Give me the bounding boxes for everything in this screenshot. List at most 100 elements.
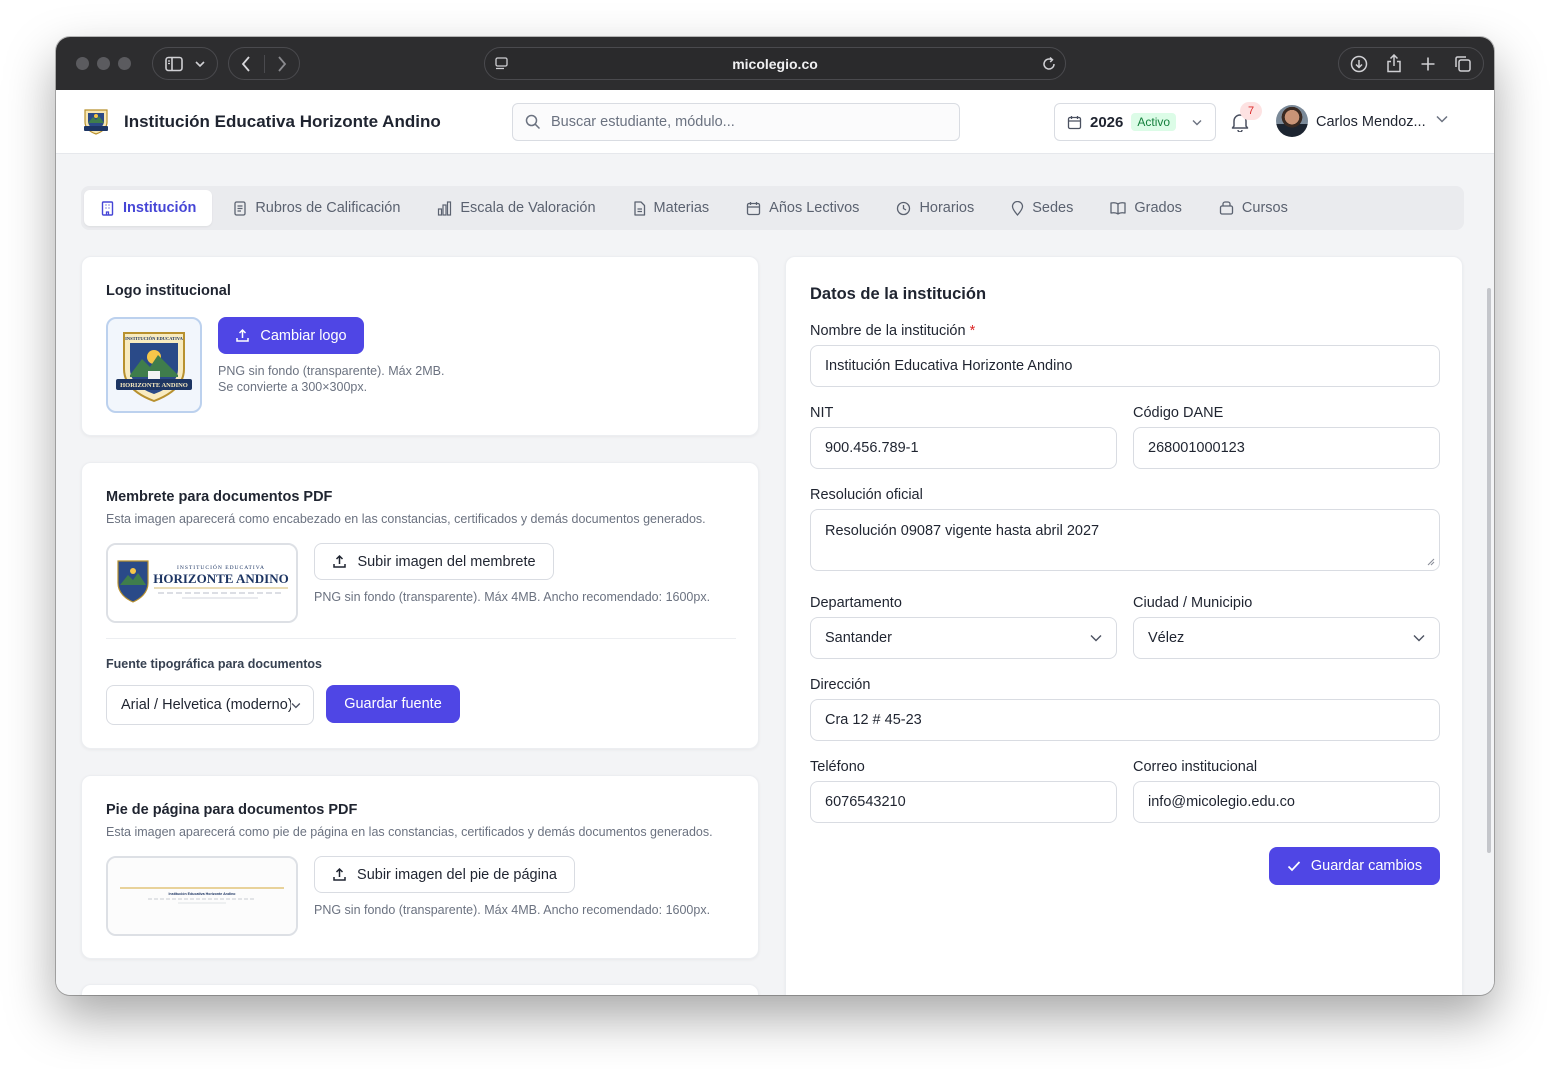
input-value: Cra 12 # 45-23 xyxy=(825,712,922,728)
user-name[interactable]: Carlos Mendoz... xyxy=(1316,114,1426,130)
city-select[interactable]: Vélez xyxy=(1133,617,1440,659)
page-menu-icon[interactable] xyxy=(495,57,509,71)
app-header: Institución Educativa Horizonte Andino 2… xyxy=(56,90,1494,154)
dane-code-input[interactable]: 268001000123 xyxy=(1133,427,1440,469)
chevron-down-icon xyxy=(195,60,205,67)
search-box[interactable] xyxy=(512,103,960,141)
email-input[interactable]: info@micolegio.edu.co xyxy=(1133,781,1440,823)
bar-chart-icon xyxy=(438,200,452,216)
download-icon[interactable] xyxy=(1350,55,1368,73)
save-font-button[interactable]: Guardar fuente xyxy=(326,685,460,723)
institution-logo[interactable] xyxy=(82,107,110,135)
chevron-left-icon xyxy=(242,55,250,72)
reload-icon[interactable] xyxy=(1041,56,1057,72)
tab-anos-lectivos[interactable]: Años Lectivos xyxy=(730,190,875,226)
search-icon xyxy=(525,114,541,130)
building-icon xyxy=(101,200,114,216)
browser-window: micolegio.co Institución Educativa Horiz… xyxy=(56,37,1494,995)
calendar-icon xyxy=(747,201,761,215)
footer-preview-text: Institución Educativa Horizonte Andino xyxy=(169,892,237,896)
card-subtitle: Esta imagen aparecerá como encabezado en… xyxy=(106,512,706,526)
tab-sedes[interactable]: Sedes xyxy=(995,190,1089,226)
nit-input[interactable]: 900.456.789-1 xyxy=(810,427,1117,469)
book-icon xyxy=(1110,202,1127,215)
share-icon[interactable] xyxy=(1386,54,1402,73)
select-value: Santander xyxy=(825,630,892,646)
chevron-down-icon[interactable] xyxy=(1436,115,1448,123)
upload-icon xyxy=(236,328,250,342)
new-tab-icon[interactable] xyxy=(1420,56,1436,72)
button-label: Subir imagen del pie de página xyxy=(357,866,557,883)
sidebar-toggle-button[interactable] xyxy=(152,47,218,80)
input-value: 900.456.789-1 xyxy=(825,440,919,456)
tab-label: Años Lectivos xyxy=(769,200,860,216)
font-select[interactable]: Arial / Helvetica (moderno) xyxy=(106,685,314,725)
check-icon xyxy=(1287,861,1301,872)
font-select-value: Arial / Helvetica (moderno) xyxy=(121,697,292,713)
briefcase-icon xyxy=(1219,201,1234,215)
forward-button[interactable] xyxy=(264,55,299,72)
search-input[interactable] xyxy=(551,114,959,130)
footer-image: Institución Educativa Horizonte Andino xyxy=(108,858,296,934)
url-text: micolegio.co xyxy=(732,55,818,72)
footer-preview: Institución Educativa Horizonte Andino xyxy=(106,856,298,936)
footer-card: Pie de página para documentos PDF Esta i… xyxy=(81,775,759,959)
zoom-window-dot[interactable] xyxy=(118,57,131,70)
address-bar[interactable]: micolegio.co xyxy=(484,47,1066,80)
tab-rubros[interactable]: Rubros de Calificación xyxy=(217,190,416,226)
minimize-window-dot[interactable] xyxy=(97,57,110,70)
school-year-select[interactable]: 2026 Activo xyxy=(1054,103,1216,141)
letterhead-hint: PNG sin fondo (transparente). Máx 4MB. A… xyxy=(314,590,711,604)
department-select[interactable]: Santander xyxy=(810,617,1117,659)
upload-letterhead-button[interactable]: Subir imagen del membrete xyxy=(314,543,554,580)
main-content: Institución Rubros de Calificación Escal… xyxy=(56,154,1494,995)
email-label: Correo institucional xyxy=(1133,759,1258,775)
address-label: Dirección xyxy=(810,677,871,693)
tab-institucion[interactable]: Institución xyxy=(84,190,213,226)
institution-name-input[interactable]: Institución Educativa Horizonte Andino xyxy=(810,345,1440,387)
calendar-icon xyxy=(1067,115,1082,129)
department-label: Departamento xyxy=(810,595,902,611)
phone-input[interactable]: 6076543210 xyxy=(810,781,1117,823)
avatar[interactable] xyxy=(1276,105,1308,137)
name-label: Nombre de la institución * xyxy=(810,323,975,339)
card-title: Pie de página para documentos PDF xyxy=(106,802,358,818)
institution-title: Institución Educativa Horizonte Andino xyxy=(124,112,441,131)
sidebar-icon xyxy=(165,56,183,71)
tab-escala[interactable]: Escala de Valoración xyxy=(421,190,611,226)
button-label: Cambiar logo xyxy=(260,327,347,344)
letterhead-preview: INSTITUCIÓN EDUCATIVA HORIZONTE ANDINO xyxy=(106,543,298,623)
input-value: Resolución 09087 vigente hasta abril 202… xyxy=(825,523,1100,539)
change-logo-button[interactable]: Cambiar logo xyxy=(218,317,364,354)
browser-actions xyxy=(1338,47,1484,80)
upload-footer-button[interactable]: Subir imagen del pie de página xyxy=(314,856,575,893)
label-text: Nombre de la institución xyxy=(810,323,966,339)
nit-label: NIT xyxy=(810,405,834,421)
tabs-overview-icon[interactable] xyxy=(1454,55,1472,73)
tab-grados[interactable]: Grados xyxy=(1094,190,1198,226)
form-title: Datos de la institución xyxy=(810,285,987,303)
tab-materias[interactable]: Materias xyxy=(617,190,726,226)
close-window-dot[interactable] xyxy=(76,57,89,70)
scrollbar[interactable] xyxy=(1487,288,1491,853)
save-changes-button[interactable]: Guardar cambios xyxy=(1269,847,1440,885)
required-mark: * xyxy=(969,323,976,339)
input-value: 6076543210 xyxy=(825,794,906,810)
input-value: Institución Educativa Horizonte Andino xyxy=(825,358,1073,374)
city-label: Ciudad / Municipio xyxy=(1133,595,1253,611)
select-value: Vélez xyxy=(1148,630,1185,646)
button-label: Guardar cambios xyxy=(1310,858,1423,874)
letterhead-image: INSTITUCIÓN EDUCATIVA HORIZONTE ANDINO xyxy=(108,545,296,621)
clock-icon xyxy=(897,201,911,215)
font-label: Fuente tipográfica para documentos xyxy=(106,657,323,671)
tab-horarios[interactable]: Horarios xyxy=(880,190,990,226)
address-input[interactable]: Cra 12 # 45-23 xyxy=(810,699,1440,741)
tab-label: Materias xyxy=(653,200,710,216)
tab-cursos[interactable]: Cursos xyxy=(1203,190,1304,226)
resolution-textarea[interactable]: Resolución 09087 vigente hasta abril 202… xyxy=(810,509,1440,571)
tab-label: Escala de Valoración xyxy=(460,200,596,216)
button-label: Guardar fuente xyxy=(344,696,442,712)
resize-handle-icon[interactable] xyxy=(1425,556,1435,566)
logo-top-text: INSTITUCIÓN EDUCATIVA xyxy=(125,336,183,341)
back-button[interactable] xyxy=(229,55,264,72)
